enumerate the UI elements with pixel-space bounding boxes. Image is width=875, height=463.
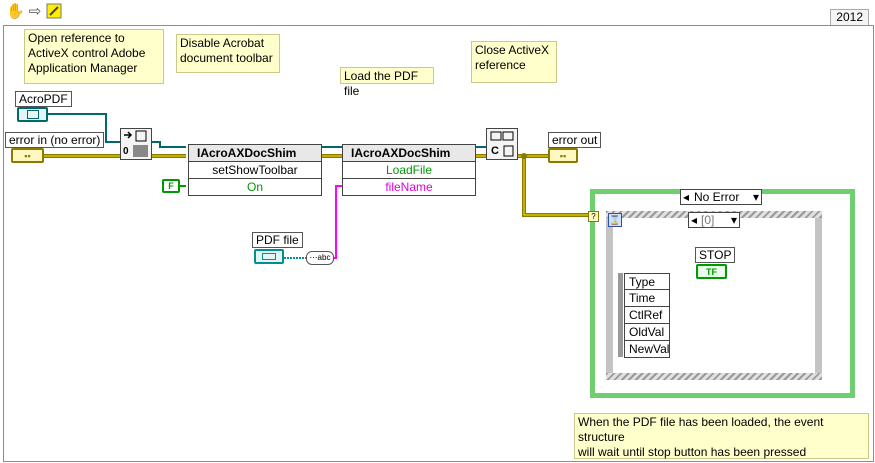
event-frame-bottom (606, 373, 822, 380)
event-selector[interactable]: ◂ [0] ▾ (688, 212, 740, 228)
comment-load-pdf: Load the PDF file (340, 67, 434, 98)
stop-terminal[interactable]: TF (696, 264, 727, 279)
cluster-icon: ▪▪ (559, 150, 567, 161)
error-in-label: error in (no error) (5, 132, 105, 148)
event-prev-icon[interactable]: ◂ (691, 213, 697, 227)
event-data-ctlref[interactable]: CtlRef (624, 307, 670, 324)
false-constant-text: F (168, 181, 174, 191)
case-selector-terminal[interactable]: ? (588, 211, 599, 222)
invoke-node-1-header[interactable]: IAcroAXDocShim (188, 144, 322, 162)
path-to-string-node[interactable]: ⋯abc (306, 251, 334, 265)
case-selector[interactable]: ◂ No Error ▾ (680, 189, 762, 205)
acropdf-label: AcroPDF (15, 91, 72, 107)
event-data-node-bar (618, 273, 623, 357)
pdf-file-terminal[interactable] (254, 249, 284, 264)
event-data-type[interactable]: Type (624, 273, 670, 290)
comment-disable-toolbar: Disable Acrobat document toolbar (176, 34, 280, 73)
false-constant[interactable]: F (162, 179, 180, 193)
string-wire (332, 185, 342, 259)
event-data-oldval[interactable]: OldVal (624, 324, 670, 341)
comment-event-note: When the PDF file has been loaded, the e… (574, 413, 869, 459)
comment-close-ref: Close ActiveX reference (471, 41, 557, 83)
case-dropdown-icon[interactable]: ▾ (753, 190, 759, 204)
stop-label: STOP (695, 247, 736, 263)
event-dropdown-icon[interactable]: ▾ (731, 213, 737, 227)
wire-junction (521, 153, 527, 159)
stop-terminal-text: TF (706, 266, 717, 277)
invoke-node-2-title: IAcroAXDocShim (351, 146, 451, 160)
case-prev-icon[interactable]: ◂ (683, 190, 689, 204)
event-data-time[interactable]: Time (624, 290, 670, 307)
event-data-newval[interactable]: NewVal (624, 341, 670, 358)
invoke-node-2-method[interactable]: LoadFile (342, 162, 476, 179)
refnum-wire (48, 113, 486, 148)
close-reference-node[interactable]: C (486, 128, 518, 160)
invoke-node-1-param[interactable]: On (188, 179, 322, 196)
invoke-node-1-method[interactable]: setShowToolbar (188, 162, 322, 179)
error-wire-seg-6 (522, 156, 590, 217)
pdf-file-label: PDF file (252, 232, 303, 248)
invoke-node-2-param[interactable]: fileName (342, 179, 476, 196)
case-selector-value: No Error (694, 190, 740, 204)
event-selector-value: [0] (701, 213, 715, 227)
cluster-icon: ▪▪ (24, 150, 31, 161)
timeout-terminal-icon[interactable]: ⌛ (608, 213, 622, 227)
acropdf-terminal[interactable] (17, 107, 48, 122)
error-out-label: error out (548, 132, 602, 148)
invoke-node-2-header[interactable]: IAcroAXDocShim (342, 144, 476, 162)
open-automation-node[interactable]: 0 (120, 128, 152, 160)
path-to-string-icon: ⋯abc (309, 253, 331, 262)
comment-open-ref: Open reference to ActiveX control Adobe … (24, 29, 164, 84)
close-node-text: C (491, 145, 499, 157)
invoke-node-1-title: IAcroAXDocShim (197, 146, 297, 160)
error-out-terminal[interactable]: ▪▪ (548, 148, 578, 163)
open-node-text: 0 (123, 146, 129, 157)
refnum-icon (26, 110, 39, 119)
path-icon (262, 253, 276, 260)
error-in-terminal[interactable]: ▪▪ (11, 148, 44, 163)
